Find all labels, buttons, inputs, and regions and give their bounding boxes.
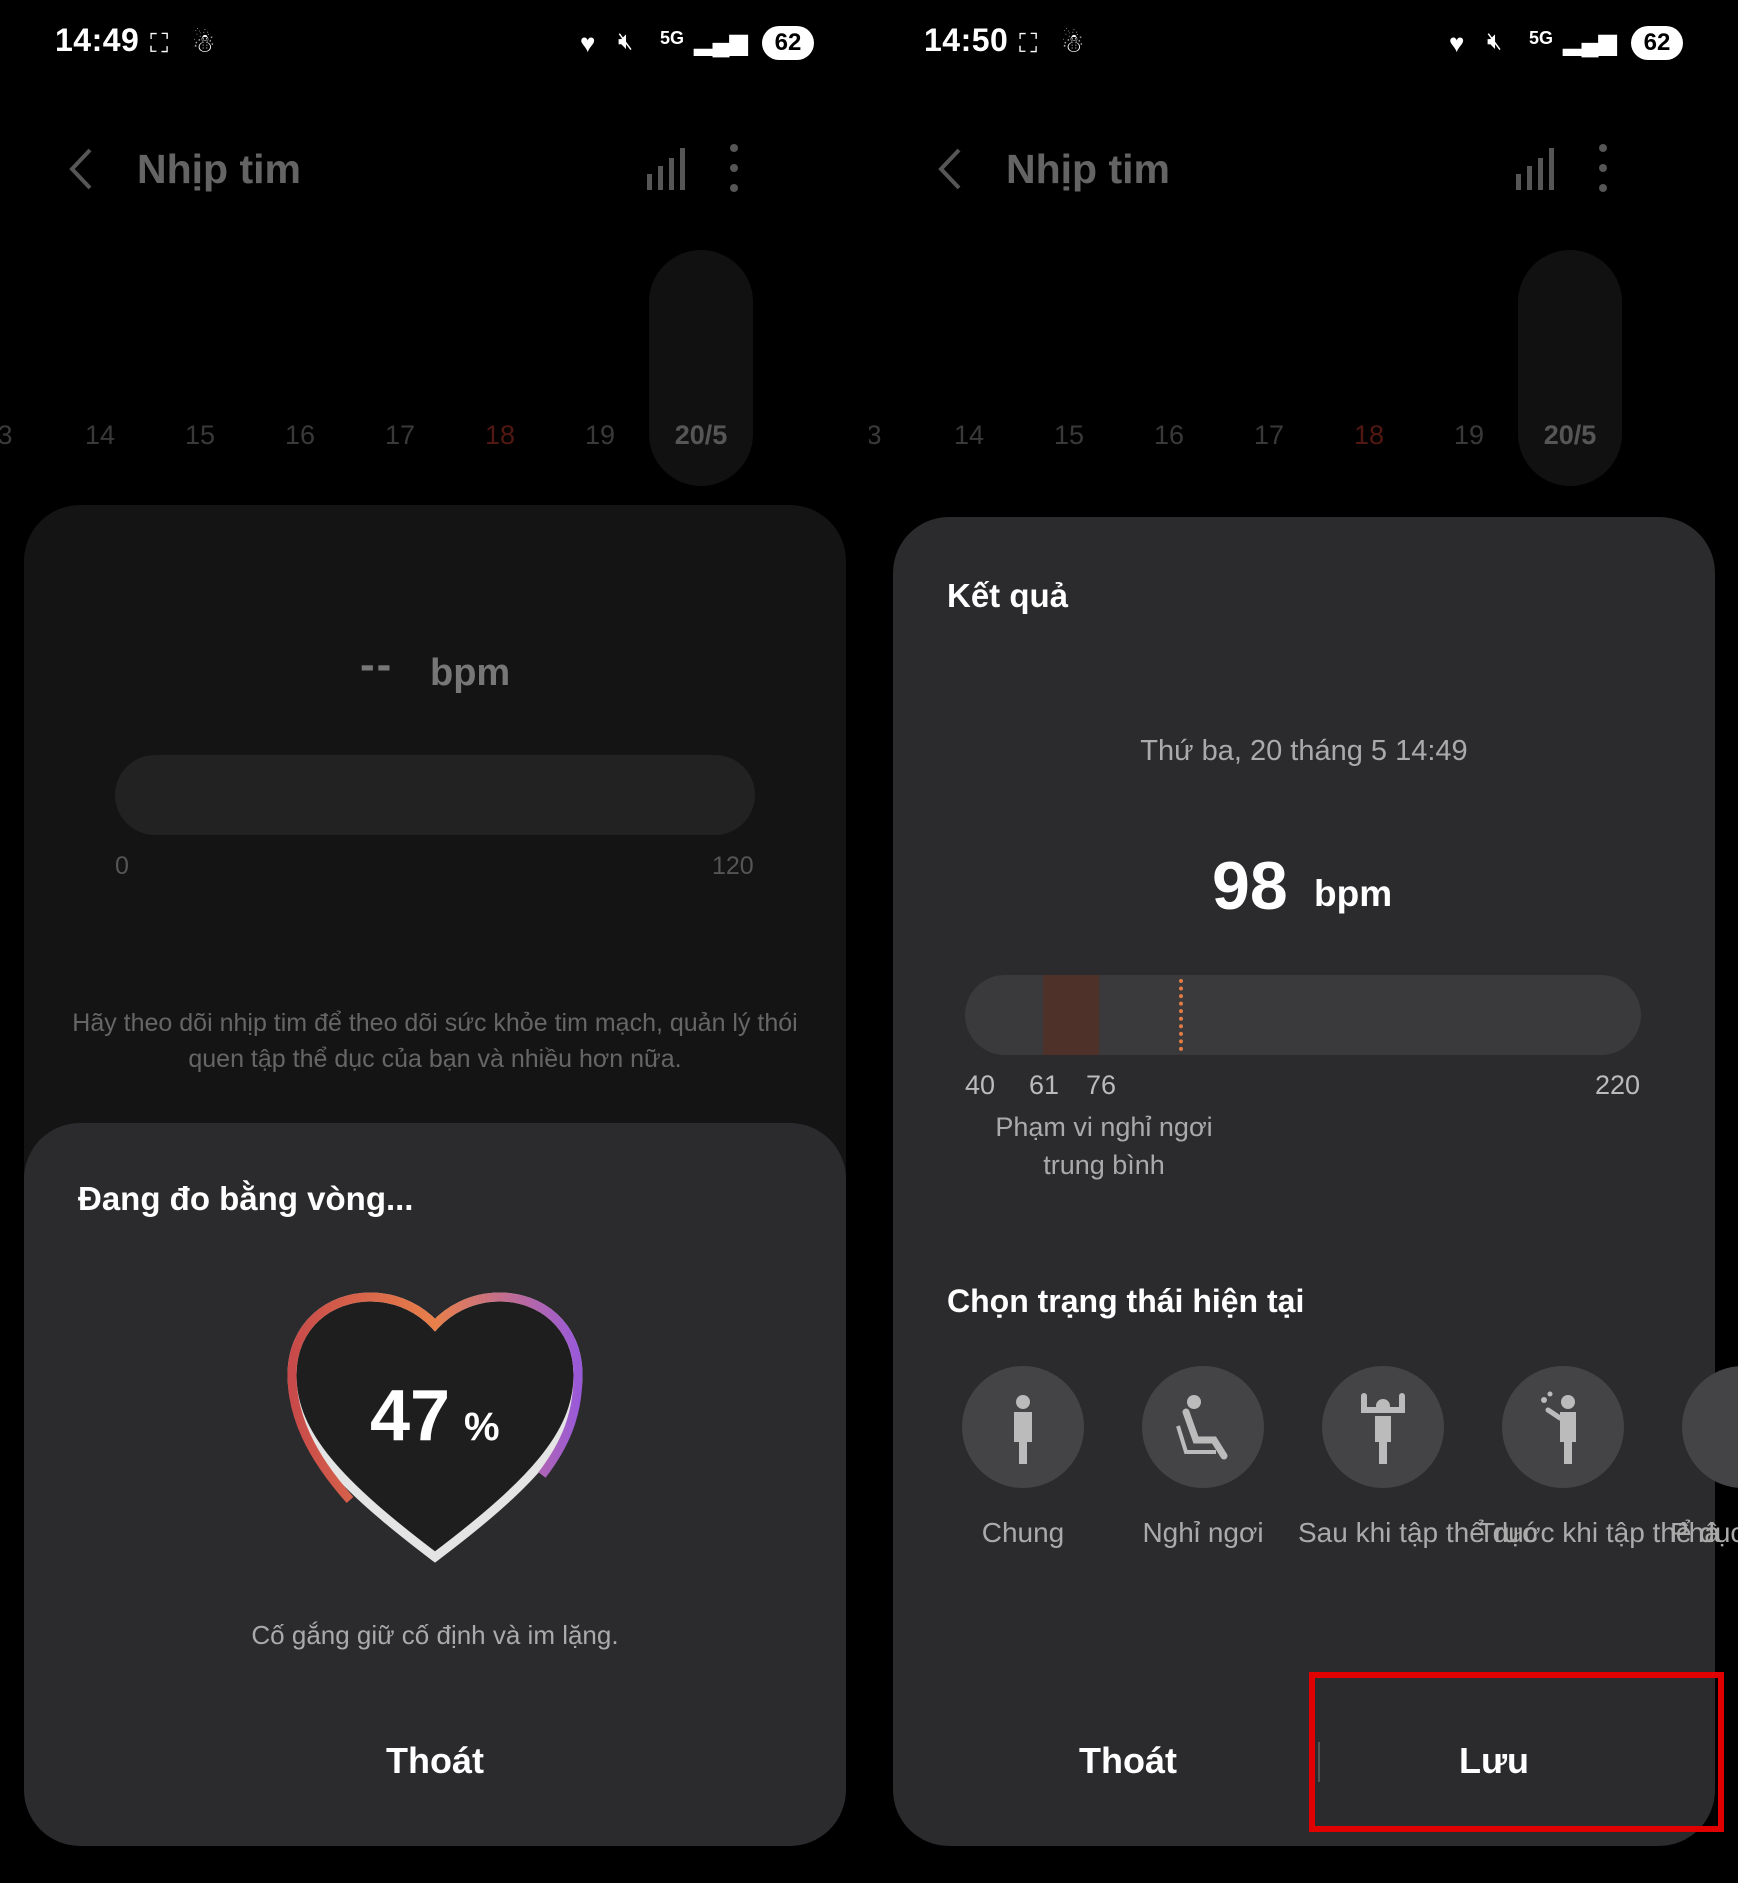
screenshot-icon: ⛶	[150, 28, 169, 58]
page-title: Nhịp tim	[137, 146, 301, 192]
chart-bars-icon[interactable]	[1514, 146, 1558, 190]
person-resting-icon	[1176, 1395, 1228, 1460]
mute-icon: 🔇︎	[618, 28, 634, 55]
date-item[interactable]: 14	[70, 420, 130, 451]
state-option-general[interactable]: Chung	[938, 1366, 1108, 1552]
state-option-before-exercise[interactable]: Trước khi tập thể dục	[1478, 1366, 1738, 1552]
person-standing-icon	[1014, 1395, 1032, 1464]
state-option-label: Nghỉ ngơi	[1142, 1517, 1264, 1548]
date-item[interactable]: 17	[1239, 420, 1299, 451]
state-option-partial[interactable]: Phâ	[1658, 1366, 1738, 1552]
back-icon[interactable]	[62, 144, 102, 194]
activity-icon: ☃	[192, 28, 216, 58]
bar-max-label: 120	[712, 852, 754, 880]
network-5g-icon: 5G	[660, 28, 685, 48]
result-range-bar	[965, 975, 1641, 1055]
screenshot-icon: ⛶	[1019, 28, 1038, 58]
signal-icon: ▂▄▆	[694, 29, 748, 56]
result-title: Kết quả	[947, 577, 1069, 614]
result-bpm-unit: bpm	[1314, 873, 1393, 914]
date-strip: 3 14 15 16 17 18 19 20/5	[869, 420, 1738, 460]
status-bar: 14:50 ⛶ ☃ ♥ 🔇︎ 5G ▂▄▆ 62	[869, 22, 1738, 78]
date-item[interactable]: 19	[570, 420, 630, 451]
state-option-label: Phâ	[1670, 1517, 1720, 1548]
back-icon[interactable]	[931, 144, 971, 194]
measuring-hint: Cố gắng giữ cố định và im lặng.	[251, 1620, 619, 1650]
scale-label-min: 40	[965, 1070, 996, 1100]
state-option-resting[interactable]: Nghỉ ngơi	[1118, 1366, 1288, 1552]
state-option-after-exercise[interactable]: Sau khi tập thể dục	[1298, 1366, 1538, 1552]
person-flexing-icon	[1361, 1393, 1405, 1464]
current-value-marker	[1179, 979, 1183, 1051]
state-option-label: Trước khi tập thể dục	[1478, 1517, 1738, 1548]
heart-rate-description: Hãy theo dõi nhịp tim để theo dõi sức kh…	[72, 1009, 798, 1073]
date-item[interactable]: 15	[1039, 420, 1099, 451]
exit-button[interactable]: Thoát	[24, 1740, 846, 1782]
result-bpm-value: 98	[1212, 848, 1288, 924]
date-item[interactable]: 17	[370, 420, 430, 451]
date-item-selected[interactable]: 20/5	[1540, 420, 1600, 451]
scale-label-max: 220	[1595, 1070, 1641, 1100]
status-time: 14:50	[924, 22, 1009, 58]
date-item[interactable]: 16	[1139, 420, 1199, 451]
progress-unit: %	[464, 1405, 500, 1449]
resting-range-band	[1043, 975, 1099, 1055]
state-option-label: Chung	[981, 1517, 1065, 1548]
date-item[interactable]: 3	[0, 420, 35, 451]
highlight-box	[1309, 1672, 1724, 1832]
resting-range-caption: Phạm vi nghỉ ngơi trung bình	[995, 1112, 1213, 1180]
page-title: Nhịp tim	[1006, 146, 1170, 192]
screen-measuring: 14:49 ⛶ ☃ ♥ 🔇︎ 5G ▂▄▆ 62 Nhịp tim 3 14 1…	[0, 0, 869, 1883]
battery-badge: 62	[1631, 26, 1683, 60]
status-time: 14:49	[55, 22, 140, 58]
exit-button[interactable]: Thoát	[1079, 1740, 1177, 1782]
date-item[interactable]: 19	[1439, 420, 1499, 451]
network-5g-icon: 5G	[1529, 28, 1554, 48]
signal-icon: ▂▄▆	[1563, 29, 1617, 56]
date-item[interactable]: 14	[939, 420, 999, 451]
result-datetime: Thứ ba, 20 tháng 5 14:49	[1140, 735, 1468, 767]
date-strip: 3 14 15 16 17 18 19 20/5	[0, 420, 869, 460]
mute-icon: 🔇︎	[1487, 28, 1503, 55]
more-options-icon[interactable]	[1596, 140, 1610, 196]
date-item[interactable]: 18	[1339, 420, 1399, 451]
progress-value: 47	[370, 1376, 451, 1456]
date-item-selected[interactable]: 20/5	[671, 420, 731, 451]
scale-label-rest-low: 61	[1029, 1070, 1060, 1100]
person-warmup-icon	[1541, 1391, 1576, 1464]
more-options-icon[interactable]	[727, 140, 741, 196]
heart-status-icon: ♥	[1449, 28, 1465, 58]
state-section-title: Chọn trạng thái hiện tại	[947, 1283, 1305, 1319]
screen-result: 14:50 ⛶ ☃ ♥ 🔇︎ 5G ▂▄▆ 62 Nhịp tim 3 14 1…	[869, 0, 1738, 1883]
chart-bars-icon[interactable]	[645, 146, 689, 190]
state-option-label: Sau khi tập thể dục	[1298, 1517, 1538, 1548]
app-header: Nhịp tim	[0, 140, 869, 200]
bpm-unit: bpm	[430, 652, 511, 694]
date-item[interactable]: 16	[270, 420, 330, 451]
bpm-range-bar	[115, 755, 755, 835]
measuring-title: Đang đo bằng vòng...	[78, 1180, 414, 1217]
battery-badge: 62	[762, 26, 814, 60]
heart-status-icon: ♥	[580, 28, 596, 58]
bar-min-label: 0	[115, 852, 129, 880]
date-item[interactable]: 18	[470, 420, 530, 451]
date-item[interactable]: 15	[170, 420, 230, 451]
activity-icon: ☃	[1061, 28, 1085, 58]
status-bar: 14:49 ⛶ ☃ ♥ 🔇︎ 5G ▂▄▆ 62	[0, 22, 869, 78]
bpm-placeholder: --	[360, 640, 394, 689]
app-header: Nhịp tim	[869, 140, 1738, 200]
date-item[interactable]: 3	[869, 420, 904, 451]
scale-label-rest-high: 76	[1086, 1070, 1117, 1100]
